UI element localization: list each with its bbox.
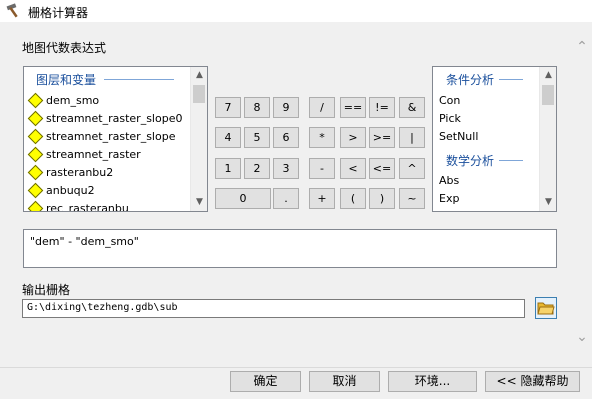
raster-layer-icon (27, 182, 44, 199)
expression-textbox[interactable]: "dem" - "dem_smo" (23, 229, 557, 268)
key-less[interactable]: < (340, 158, 366, 179)
math-header: 数学分析 (433, 151, 538, 169)
raster-layer-icon (27, 92, 44, 109)
key-equal[interactable]: == (340, 97, 366, 118)
scroll-up-icon[interactable]: ▲ (540, 67, 556, 84)
hide-help-button[interactable]: << 隐藏帮助 (485, 371, 580, 392)
key-xor[interactable]: ^ (399, 158, 425, 179)
layers-header-label: 图层和变量 (36, 73, 97, 87)
key-2[interactable]: 2 (244, 158, 270, 179)
layers-header: 图层和变量 (24, 70, 189, 88)
key-close-paren[interactable]: ) (369, 188, 395, 209)
key-multiply[interactable]: * (309, 127, 335, 148)
environments-button[interactable]: 环境... (388, 371, 477, 392)
key-open-paren[interactable]: ( (340, 188, 366, 209)
key-less-equal[interactable]: <= (369, 158, 395, 179)
key-7[interactable]: 7 (215, 97, 241, 118)
functions-scrollbar[interactable]: ▲ ▼ (539, 67, 556, 211)
conditional-header: 条件分析 (433, 70, 538, 88)
raster-layer-icon (27, 200, 44, 211)
raster-layer-icon (27, 110, 44, 127)
key-and[interactable]: & (399, 97, 425, 118)
scroll-thumb[interactable] (542, 85, 554, 105)
key-8[interactable]: 8 (244, 97, 270, 118)
scroll-up-icon[interactable]: ⌃ (572, 37, 592, 57)
hammer-icon (6, 3, 18, 18)
math-header-label: 数学分析 (446, 154, 495, 168)
layer-item[interactable]: streamnet_raster_slope0 (24, 110, 190, 128)
function-item[interactable]: SetNull (433, 128, 539, 146)
key-3[interactable]: 3 (273, 158, 299, 179)
layer-item[interactable]: streamnet_raster (24, 146, 190, 164)
raster-layer-icon (27, 128, 44, 145)
cancel-button[interactable]: 取消 (309, 371, 380, 392)
dialog-button-bar: 确定 取消 环境... << 隐藏帮助 (0, 367, 592, 399)
key-greater[interactable]: > (340, 127, 366, 148)
scroll-down-icon[interactable]: ▼ (540, 194, 556, 211)
raster-layer-icon (27, 146, 44, 163)
key-not[interactable]: ~ (399, 188, 425, 209)
layer-item[interactable]: rasteranbu2 (24, 164, 190, 182)
layer-item[interactable]: rec_rasteranbu (24, 200, 190, 211)
key-0[interactable]: 0 (215, 188, 271, 209)
conditional-header-label: 条件分析 (446, 73, 495, 87)
key-greater-equal[interactable]: >= (369, 127, 395, 148)
key-6[interactable]: 6 (273, 127, 299, 148)
function-item[interactable]: Pick (433, 110, 539, 128)
layers-list[interactable]: 图层和变量 dem_smo streamnet_raster_slope0 st… (23, 66, 208, 212)
header-divider (499, 160, 523, 161)
ok-button[interactable]: 确定 (230, 371, 301, 392)
window-title: 栅格计算器 (28, 6, 89, 20)
folder-open-icon (537, 302, 555, 315)
functions-list[interactable]: 条件分析 Con Pick SetNull 数学分析 Abs Exp ▲ ▼ (432, 66, 557, 212)
key-minus[interactable]: - (309, 158, 335, 179)
header-divider (104, 79, 174, 80)
scroll-down-icon[interactable]: ▼ (191, 194, 207, 211)
key-divide[interactable]: / (309, 97, 335, 118)
function-item[interactable]: Con (433, 92, 539, 110)
scroll-up-icon[interactable]: ▲ (191, 67, 207, 84)
key-plus[interactable]: + (309, 188, 335, 209)
function-item[interactable]: Exp (433, 190, 539, 208)
browse-button[interactable] (535, 297, 557, 319)
raster-layer-icon (27, 164, 44, 181)
key-or[interactable]: | (399, 127, 425, 148)
output-raster-input[interactable]: G:\dixing\tezheng.gdb\sub (22, 299, 525, 318)
expression-section-label: 地图代数表达式 (22, 41, 107, 55)
title-bar: 栅格计算器 (0, 0, 592, 22)
layer-item[interactable]: dem_smo (24, 92, 190, 110)
scroll-thumb[interactable] (193, 85, 205, 103)
header-divider (499, 79, 523, 80)
key-decimal[interactable]: . (273, 188, 299, 209)
layer-item[interactable]: anbuqu2 (24, 182, 190, 200)
function-item[interactable]: Abs (433, 172, 539, 190)
output-section-label: 输出栅格 (22, 283, 71, 297)
dialog-scrollbar[interactable]: ⌃ ⌄ (572, 22, 592, 367)
key-1[interactable]: 1 (215, 158, 241, 179)
layer-item[interactable]: streamnet_raster_slope (24, 128, 190, 146)
key-not-equal[interactable]: != (369, 97, 395, 118)
key-9[interactable]: 9 (273, 97, 299, 118)
key-4[interactable]: 4 (215, 127, 241, 148)
key-5[interactable]: 5 (244, 127, 270, 148)
layers-scrollbar[interactable]: ▲ ▼ (190, 67, 207, 211)
scroll-down-icon[interactable]: ⌄ (572, 327, 592, 347)
